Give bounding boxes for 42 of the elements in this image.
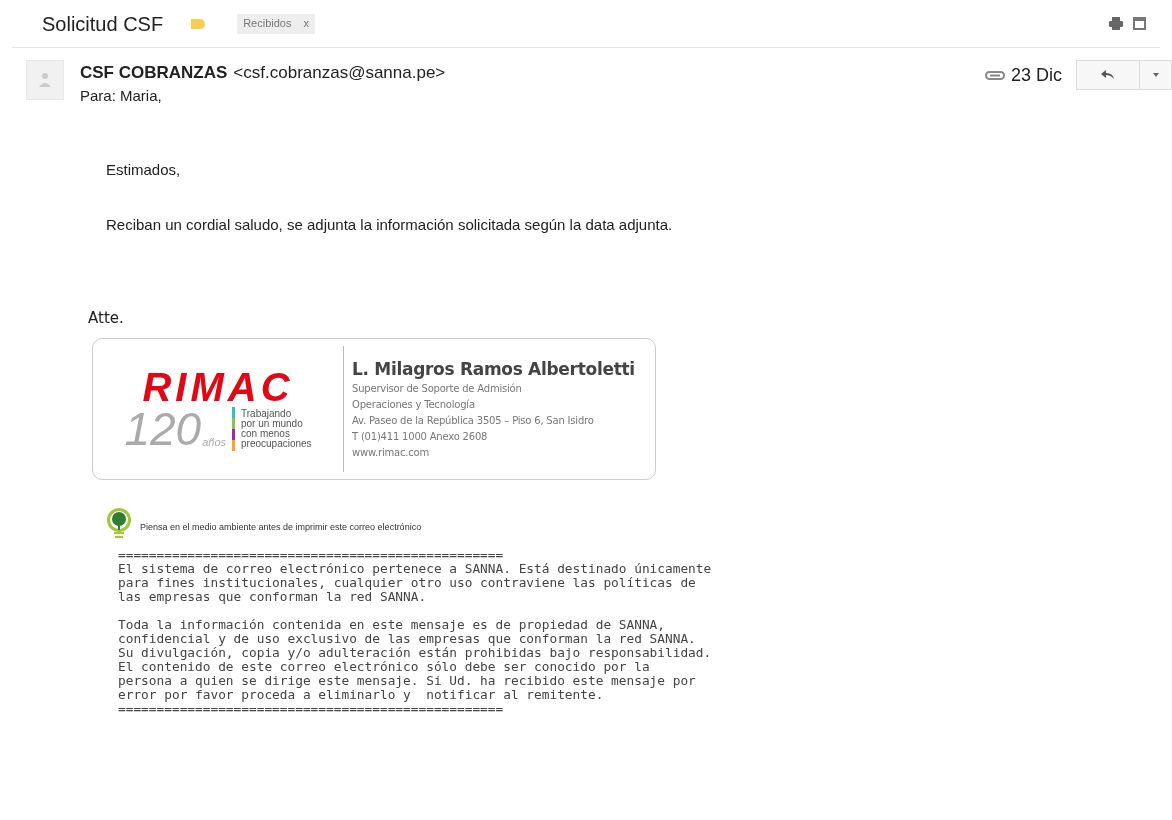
body-paragraph: Reciban un cordial saludo, se adjunta la información solicitada según la data adjunta. <box>106 215 674 235</box>
disclaimer-line: Su divulgación, copia y/o adulteración están prohibidas bajo responsabilidad. <box>118 645 713 660</box>
tagline-text: Trabajando por un mundo con menos preocupaciones <box>241 408 312 449</box>
signature-line: Supervisor de Soporte de Admisión <box>352 381 523 396</box>
new-window-icon[interactable] <box>1133 17 1146 30</box>
print-icon[interactable] <box>1109 17 1123 30</box>
disclaimer-line: error por favor proceda a eliminarlo y notificar al remitente. <box>118 687 605 702</box>
rimac-logo: RIMAC <box>142 366 294 407</box>
disclaimer-line: ================================================== <box>118 547 505 562</box>
body-paragraph: Estimados, <box>106 160 182 180</box>
sender-email: <csf.cobranzas@sanna.pe> <box>233 62 446 84</box>
closing-text: Atte. <box>88 308 125 329</box>
disclaimer-line: Toda la información contenida en este mensaje es de propiedad de SANNA, <box>118 617 666 632</box>
signature-line: www.rimac.com <box>352 445 430 460</box>
disclaimer-line: El sistema de correo electrónico pertenece a SANNA. Está destinado únicamente <box>118 561 713 576</box>
disclaimer-line: ================================================== <box>118 701 505 716</box>
recipient-line: Para: Maria, <box>80 85 163 106</box>
eco-note: Piensa en el medio ambiente antes de imprimir este correo electrónico <box>140 520 422 534</box>
label-text: Recibidos <box>243 16 292 32</box>
email-date: 23 Dic <box>1010 63 1062 87</box>
sender-name: CSF COBRANZAS <box>80 62 228 84</box>
years-number: 120 <box>124 406 202 451</box>
more-button[interactable] <box>1140 60 1172 90</box>
remove-label-button[interactable]: x <box>303 15 309 32</box>
color-bar-icon <box>232 406 235 451</box>
email-subject: Solicitud CSF <box>42 11 164 37</box>
disclaimer-line: para fines institucionales, cualquier otro uso contraviene las políticas de <box>118 575 697 590</box>
years-unit: años <box>202 435 226 450</box>
signer-name: L. Milagros Ramos Albertoletti <box>352 357 635 381</box>
signature-line: Operaciones y Tecnología <box>352 397 476 412</box>
disclaimer-line: confidencial y de uso exclusivo de las empresas que conforman la red SANNA. <box>118 631 697 646</box>
caret-icon <box>1152 73 1159 77</box>
disclaimer-line: El contenido de este correo electrónico sólo debe ser conocido por la <box>118 659 650 674</box>
reply-icon <box>1101 70 1115 80</box>
label-chip[interactable]: Recibidos x <box>237 13 315 34</box>
avatar-icon <box>26 60 64 100</box>
signature-line: T (01)411 1000 Anexo 2608 <box>352 429 489 444</box>
signature-line: Av. Paseo de la República 3505 – Piso 6, San Isidro <box>352 413 595 428</box>
reply-button[interactable] <box>1076 60 1140 90</box>
disclaimer-line: persona a quien se dirige este mensaje. Si Ud. ha recibido este mensaje por <box>118 673 697 688</box>
label-tag-icon[interactable] <box>191 18 206 29</box>
disclaimer-line: las empresas que conforman la red SANNA. <box>118 589 428 604</box>
